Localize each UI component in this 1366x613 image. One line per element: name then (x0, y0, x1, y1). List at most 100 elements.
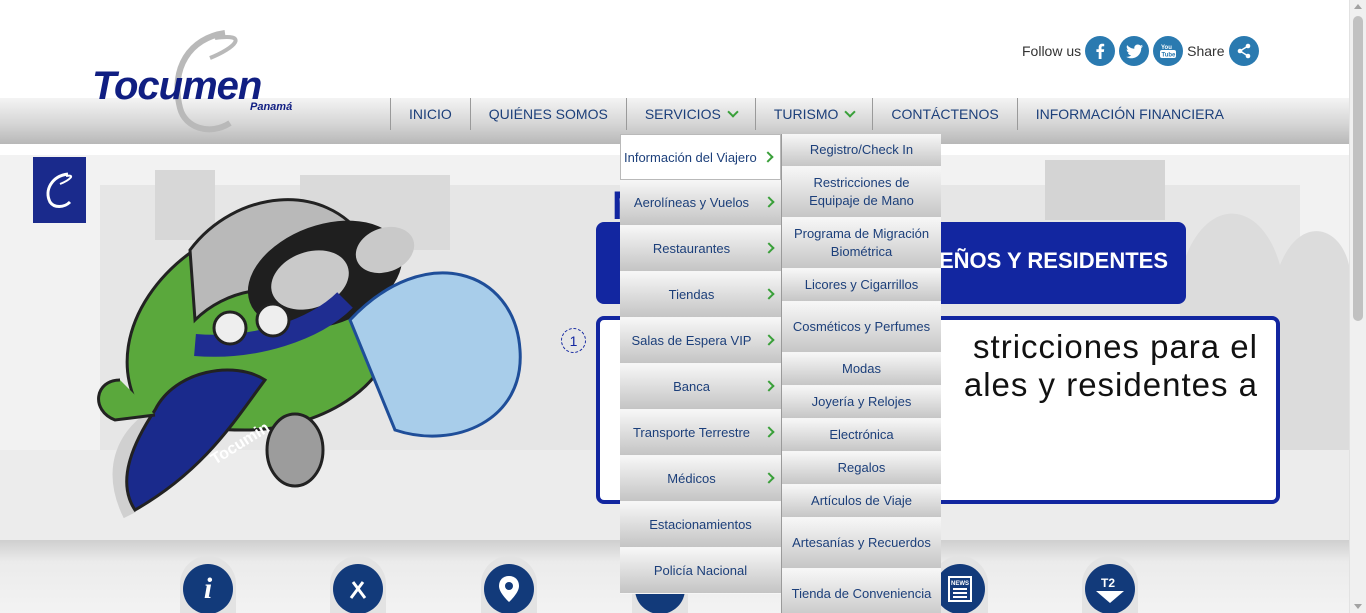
twitter-icon[interactable] (1119, 36, 1150, 66)
menu-item-policia-nacional[interactable]: Policía Nacional (620, 548, 781, 594)
submenu-item-label: Tienda de Conveniencia (791, 586, 932, 601)
chevron-right-icon (763, 380, 775, 392)
share-label: Share (1187, 43, 1225, 59)
nav-label: QUIÉNES SOMOS (488, 106, 608, 122)
submenu-item-modas[interactable]: Modas (782, 353, 941, 386)
vertical-scrollbar[interactable] (1349, 0, 1366, 613)
informacion-del-viajero-submenu: Registro/Check In Restricciones de Equip… (781, 134, 941, 613)
menu-item-medicos[interactable]: Médicos (620, 456, 781, 502)
submenu-item-label: Modas (841, 361, 882, 376)
chevron-right-icon (762, 151, 774, 163)
menu-item-label: Aerolíneas y Vuelos (633, 195, 750, 210)
submenu-item-label: Artesanías y Recuerdos (792, 535, 931, 550)
submenu-item-cosmeticos-y-perfumes[interactable]: Cosméticos y Perfumes (782, 302, 941, 353)
menu-item-restaurantes[interactable]: Restaurantes (620, 226, 781, 272)
menu-item-label: Salas de Espera VIP (631, 333, 752, 348)
submenu-item-articulos-de-viaje[interactable]: Artículos de Viaje (782, 485, 941, 518)
submenu-item-registro-check-in[interactable]: Registro/Check In (782, 134, 941, 167)
youtube-icon[interactable]: You Tube (1153, 36, 1184, 66)
nav-label: SERVICIOS (644, 106, 721, 122)
submenu-item-migracion-biometrica[interactable]: Programa de Migración Biométrica (782, 218, 941, 269)
nav-item-inicio[interactable]: INICIO (390, 98, 470, 130)
terminal-2-icon: T2 (1085, 564, 1135, 613)
submenu-item-label: Registro/Check In (809, 142, 914, 157)
quick-link-terminal-2[interactable]: T2 (1082, 556, 1138, 613)
menu-item-salas-de-espera-vip[interactable]: Salas de Espera VIP (620, 318, 781, 364)
nav-label: CONTÁCTENOS (891, 106, 999, 122)
chevron-down-icon (844, 105, 857, 118)
menu-item-transporte-terrestre[interactable]: Transporte Terrestre (620, 410, 781, 456)
menu-item-label: Información del Viajero (624, 149, 757, 165)
scroll-down-icon[interactable] (1354, 604, 1362, 609)
submenu-item-label: Programa de Migración Biométrica (793, 226, 930, 259)
main-nav: INICIO QUIÉNES SOMOS SERVICIOS TURISMO C… (390, 98, 1242, 130)
svg-text:NEWS: NEWS (951, 581, 969, 587)
chevron-right-icon (763, 426, 775, 438)
hero-brand-badge (33, 157, 86, 223)
chevron-right-icon (763, 288, 775, 300)
restaurant-icon (333, 564, 383, 613)
chevron-right-icon (763, 196, 775, 208)
submenu-item-licores-y-cigarrillos[interactable]: Licores y Cigarrillos (782, 269, 941, 302)
submenu-item-restricciones-equipaje[interactable]: Restricciones de Equipaje de Mano (782, 167, 941, 218)
slide-number-badge[interactable]: 1 (561, 328, 586, 353)
menu-item-label: Transporte Terrestre (632, 425, 751, 440)
nav-label: TURISMO (773, 106, 839, 122)
hero-title: EÑOS Y RESIDENTES (938, 248, 1168, 273)
submenu-item-tienda-de-conveniencia[interactable]: Tienda de Conveniencia (782, 569, 941, 613)
submenu-item-label: Cosméticos y Perfumes (792, 319, 931, 334)
logo-wordmark: Tocumen (92, 64, 262, 108)
nav-item-servicios[interactable]: SERVICIOS (625, 98, 755, 130)
submenu-item-label: Regalos (837, 460, 886, 475)
social-bar: Follow us You Tube Share (1022, 35, 1259, 67)
menu-item-label: Médicos (667, 471, 716, 486)
quick-link-info[interactable]: i (180, 556, 236, 613)
submenu-item-electronica[interactable]: Electrónica (782, 419, 941, 452)
chevron-right-icon (763, 334, 775, 346)
quick-link-restaurants[interactable] (330, 556, 386, 613)
scrollbar-thumb[interactable] (1353, 16, 1363, 321)
chevron-right-icon (763, 472, 775, 484)
menu-item-label: Banca (673, 379, 710, 394)
nav-item-turismo[interactable]: TURISMO (754, 98, 873, 130)
scroll-up-icon[interactable] (1354, 4, 1362, 9)
hero-slide-line-1: stricciones para el (973, 328, 1258, 365)
menu-item-estacionamientos[interactable]: Estacionamientos (620, 502, 781, 548)
location-icon (484, 564, 534, 613)
svg-text:Tube: Tube (1162, 53, 1177, 59)
menu-item-label: Estacionamientos (649, 517, 752, 532)
quick-link-location[interactable] (481, 556, 537, 613)
facebook-icon[interactable] (1085, 36, 1116, 66)
hero-slide-line-2: ales y residentes a (963, 366, 1258, 403)
menu-item-aerolineas-y-vuelos[interactable]: Aerolíneas y Vuelos (620, 180, 781, 226)
menu-item-banca[interactable]: Banca (620, 364, 781, 410)
menu-item-label: Tiendas (668, 287, 715, 302)
svg-text:T2: T2 (1101, 576, 1115, 590)
share-icon[interactable] (1228, 36, 1259, 66)
submenu-item-joyeria-y-relojes[interactable]: Joyería y Relojes (782, 386, 941, 419)
servicios-dropdown: Información del Viajero Aerolíneas y Vue… (620, 134, 781, 594)
info-icon: i (183, 564, 233, 613)
nav-label: INFORMACIÓN FINANCIERA (1035, 106, 1224, 122)
site-logo[interactable]: Tocumen Panamá (90, 28, 310, 138)
submenu-item-label: Restricciones de Equipaje de Mano (809, 175, 914, 208)
logo-swirl-icon (46, 172, 72, 208)
submenu-item-regalos[interactable]: Regalos (782, 452, 941, 485)
menu-item-informacion-del-viajero[interactable]: Información del Viajero (620, 134, 781, 180)
logo-country: Panamá (250, 101, 293, 113)
tocumin-mascot-illustration: Tocumin (97, 198, 522, 512)
nav-item-quienes-somos[interactable]: QUIÉNES SOMOS (469, 98, 626, 130)
menu-item-label: Policía Nacional (653, 563, 748, 578)
submenu-item-label: Artículos de Viaje (811, 493, 912, 508)
menu-item-label: Restaurantes (652, 241, 731, 256)
nav-item-contactenos[interactable]: CONTÁCTENOS (872, 98, 1016, 130)
submenu-item-label: Joyería y Relojes (811, 394, 912, 409)
follow-us-label: Follow us (1022, 43, 1082, 59)
menu-item-tiendas[interactable]: Tiendas (620, 272, 781, 318)
submenu-item-artesanias-y-recuerdos[interactable]: Artesanías y Recuerdos (782, 518, 941, 569)
submenu-item-label: Licores y Cigarrillos (804, 277, 919, 292)
news-icon: NEWS (935, 564, 985, 613)
chevron-right-icon (763, 242, 775, 254)
chevron-down-icon (727, 105, 739, 118)
nav-item-informacion-financiera[interactable]: INFORMACIÓN FINANCIERA (1016, 98, 1242, 130)
